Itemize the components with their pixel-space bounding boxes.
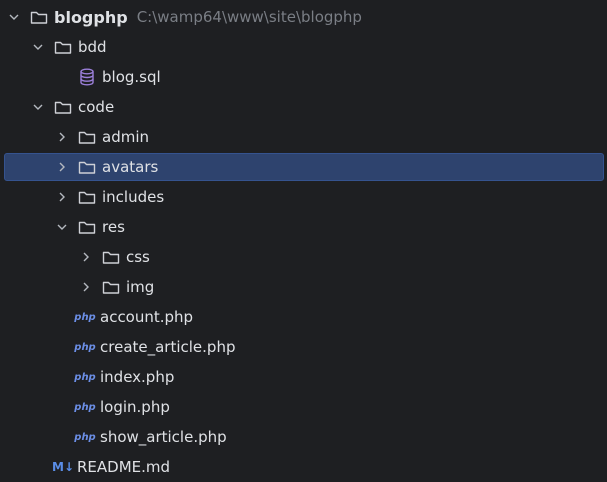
folder-icon xyxy=(102,279,120,295)
project-name: blogphp xyxy=(54,7,128,27)
tree-node-includes[interactable]: includes xyxy=(0,182,607,212)
chevron-right-icon[interactable] xyxy=(54,189,70,205)
chevron-down-icon[interactable] xyxy=(30,39,46,55)
tree-node-css[interactable]: css xyxy=(0,242,607,272)
chevron-right-icon[interactable] xyxy=(78,279,94,295)
tree-node-blog-sql[interactable]: blog.sql xyxy=(0,62,607,92)
folder-icon xyxy=(78,219,96,235)
file-label: blog.sql xyxy=(102,68,161,86)
php-file-icon: php xyxy=(74,401,96,413)
folder-label: includes xyxy=(102,188,165,206)
chevron-right-icon[interactable] xyxy=(54,129,70,145)
folder-icon xyxy=(78,159,96,175)
chevron-down-icon[interactable] xyxy=(30,99,46,115)
tree-node-avatars[interactable]: avatars xyxy=(0,152,607,182)
file-label: show_article.php xyxy=(100,428,227,446)
tree-node-blogphp[interactable]: blogphp C:\wamp64\www\site\blogphp xyxy=(0,2,607,32)
project-path: C:\wamp64\www\site\blogphp xyxy=(136,8,362,26)
folder-icon xyxy=(54,39,72,55)
tree-node-readme-md[interactable]: M↓ README.md xyxy=(0,452,607,482)
php-file-icon: php xyxy=(74,341,96,353)
tree-node-account-php[interactable]: php account.php xyxy=(0,302,607,332)
database-icon xyxy=(78,68,96,86)
php-file-icon: php xyxy=(74,431,96,443)
folder-icon xyxy=(30,9,48,25)
chevron-down-icon[interactable] xyxy=(6,9,22,25)
folder-icon xyxy=(102,249,120,265)
markdown-file-icon: M↓ xyxy=(52,460,74,474)
tree-node-index-php[interactable]: php index.php xyxy=(0,362,607,392)
folder-label: code xyxy=(78,98,115,116)
folder-label: bdd xyxy=(78,38,107,56)
tree-node-img[interactable]: img xyxy=(0,272,607,302)
folder-label: admin xyxy=(102,128,149,146)
chevron-down-icon[interactable] xyxy=(54,219,70,235)
tree-node-create-article-php[interactable]: php create_article.php xyxy=(0,332,607,362)
chevron-right-icon[interactable] xyxy=(54,159,70,175)
php-file-icon: php xyxy=(74,311,96,323)
tree-node-res[interactable]: res xyxy=(0,212,607,242)
file-label: README.md xyxy=(77,458,171,476)
folder-icon xyxy=(78,189,96,205)
file-label: login.php xyxy=(100,398,170,416)
folder-icon xyxy=(54,99,72,115)
folder-label: avatars xyxy=(102,158,159,176)
file-label: create_article.php xyxy=(100,338,236,356)
tree-node-login-php[interactable]: php login.php xyxy=(0,392,607,422)
file-label: index.php xyxy=(100,368,175,386)
folder-label: img xyxy=(126,278,155,296)
project-tree: blogphp C:\wamp64\www\site\blogphp bdd b… xyxy=(0,0,607,482)
php-file-icon: php xyxy=(74,371,96,383)
tree-node-admin[interactable]: admin xyxy=(0,122,607,152)
tree-node-show-article-php[interactable]: php show_article.php xyxy=(0,422,607,452)
folder-label: res xyxy=(102,218,125,236)
folder-icon xyxy=(78,129,96,145)
chevron-right-icon[interactable] xyxy=(78,249,94,265)
file-label: account.php xyxy=(100,308,194,326)
tree-node-code[interactable]: code xyxy=(0,92,607,122)
folder-label: css xyxy=(126,248,150,266)
tree-node-bdd[interactable]: bdd xyxy=(0,32,607,62)
